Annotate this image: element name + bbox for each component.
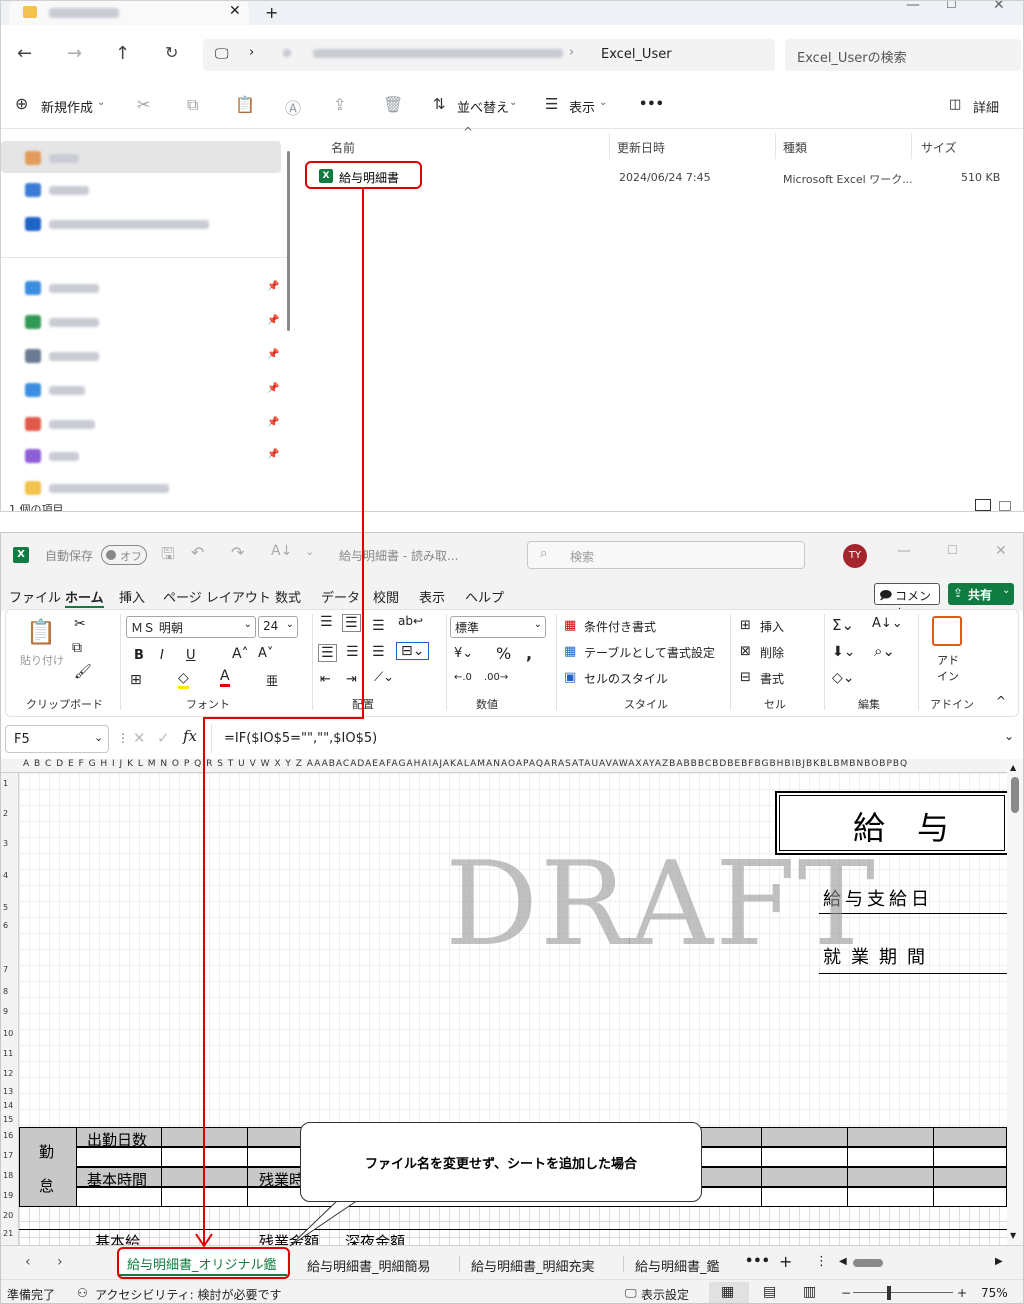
highlight-file: [305, 161, 422, 189]
annotation-arrow: [195, 188, 364, 1248]
callout-box: ファイル名を変更せず、シートを追加した場合: [300, 1122, 702, 1202]
callout-tail: [289, 1199, 360, 1247]
highlight-sheet-tab: [117, 1247, 290, 1279]
red-connector-line: [203, 188, 364, 1244]
